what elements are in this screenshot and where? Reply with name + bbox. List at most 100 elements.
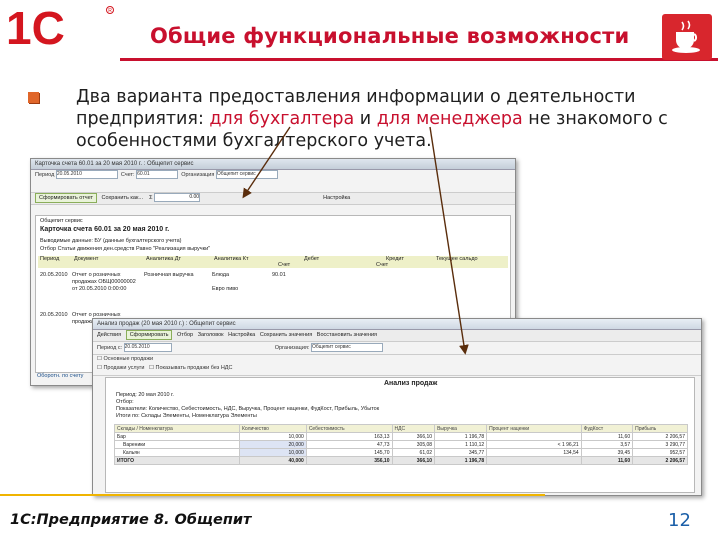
col-qty: Количество [239,424,307,433]
sales-menu-bar: Действия Сформировать Отбор Заголовок На… [93,330,701,342]
page-number: 12 [668,510,691,531]
row-revenue: 345,77 [434,448,488,457]
sales-filter-bar: Период с: 20.05.2010 Организация: Общепи… [93,342,701,355]
row-name: Кальян [114,448,240,457]
subcol-account-1: Счет [278,262,291,268]
sales-report-title: Анализ продаж [384,380,438,387]
organization-label: Организация: [274,345,310,351]
period-from-label: Период с: [97,345,123,351]
account-field[interactable]: 60.01 [136,170,179,180]
col-revenue: Выручка [434,424,488,433]
save-values-button[interactable]: Сохранить значения [260,332,312,338]
sales-report-area: Анализ продаж Период: 20 мая 2010 г. Отб… [105,377,695,493]
manager-highlight: для менеджера [376,109,523,129]
row-name: Бар [114,432,240,441]
row1-dt: Розничная выручка [144,272,194,278]
row-cost: 356,10 [305,456,393,465]
generate-button[interactable]: Сформировать [125,330,173,340]
settings-button[interactable]: Настройка [228,332,255,338]
row-vat: 305,08 [391,440,436,449]
row-qty: 10,000 [239,432,307,441]
report-line-2: Отбор Статьи движения ден.средств Равно … [40,246,211,252]
row-revenue: 1 110,12 [434,440,488,449]
sales-totals-line: Итоги по: Склады Элементы, Номенклатура … [116,413,257,419]
settings-button[interactable]: Настройка [323,195,350,201]
row-qty: 20,000 [239,440,307,449]
sales-filter-line: Отбор: [116,399,134,405]
row1-document: Отчет о розничных продажах ОБЩ00000002 о… [72,272,136,292]
slide-title: Общие функциональные возможности [150,24,630,48]
table-row: Бар 10,000 163,13 366,10 1 196,78 11,60 … [114,432,688,441]
row1-kt: Блюда [212,272,230,278]
row-profit: 3 290,77 [632,440,688,449]
row-qty: 10,000 [239,448,307,457]
row-markup: 134,54 [486,448,582,457]
period-label: Период [35,172,55,178]
period-field[interactable]: 20.05.2010 [55,170,118,180]
row1-debit: 90.01 [272,272,286,278]
row-profit: 952,57 [632,448,688,457]
table-row: Вареники 20,000 47,73 305,08 1 110,12 < … [114,440,688,449]
row-foodcost: 11,60 [580,432,634,441]
organization-field[interactable]: Общепит сервис [310,343,383,353]
bullet-line-2-pre: предприятия: [76,109,210,129]
generate-report-button[interactable]: Сформировать отчет [35,193,98,203]
footer-product-name: 1С:Предприятие 8. Общепит [10,512,252,528]
row-name: Вареники [114,440,240,449]
col-name: Склады / Номенклатура [114,424,240,433]
bullet-marker [28,92,39,103]
actions-menu[interactable]: Действия [97,332,121,338]
col-analytics-dt: Аналитика Дт [146,256,181,262]
col-markup: Процент наценки [486,424,582,433]
filter-button[interactable]: Отбор [177,332,193,338]
col-saldo: Текущее сальдо [436,256,478,262]
col-cost: Себестоимость [305,424,393,433]
col-credit: Кредит [386,256,405,262]
footer-divider [0,494,545,496]
account-label: Счет: [120,172,135,178]
row1-period: 20.05.2010 [40,272,68,278]
row-vat: 61,02 [391,448,436,457]
header-button[interactable]: Заголовок [198,332,224,338]
row-markup: < 1 96,21 [486,440,582,449]
row-vat: 366,10 [391,432,436,441]
row-revenue: 1 196,78 [434,456,488,465]
bullet-line-2-post: не знакомого с [522,109,668,129]
accounting-toolbar: Сформировать отчет Сохранить как... Σ 0.… [31,193,515,205]
sales-indicators-line: Показатели: Количество, Себестоимость, Н… [116,406,380,412]
save-as-button[interactable]: Сохранить как... [102,195,143,201]
sales-analysis-window[interactable]: Анализ продаж (20 мая 2010 г.) : Общепит… [92,318,702,496]
sales-period-line: Период: 20 мая 2010 г. [116,392,174,398]
col-period: Период [40,256,60,262]
period-from-field[interactable]: 20.05.2010 [123,343,172,353]
report-title: Карточка счета 60.01 за 20 мая 2010 г. [40,226,170,233]
row-qty: 40,000 [239,456,307,465]
report-line-1: Выводимые данные: БУ (данные бухгалтерск… [40,238,182,244]
header-divider [120,58,718,61]
report-company: Общепит сервис [40,218,83,224]
bullet-line-3: особенностями бухгалтерского учета. [76,131,432,151]
row-foodcost: 39,45 [580,448,634,457]
col-foodcost: ФудКост [580,424,634,433]
sum-icon: Σ [149,195,153,201]
accountant-highlight: для бухгалтера [209,109,355,129]
sales-table-header: Склады / Номенклатура Количество Себесто… [114,424,688,433]
svg-text:R: R [108,8,112,14]
row-foodcost: 11,60 [580,456,634,465]
sum-field: 0.00 [154,193,201,203]
checkbox-no-vat-label: Показывать продажи без НДС [155,365,233,371]
row-cost: 163,13 [305,432,393,441]
row-markup [486,432,582,441]
row-markup [486,456,582,465]
organization-label: Организация [181,172,215,178]
bullet-line-2-mid: и [354,109,377,129]
checkbox-services-label: Продажи услуги [103,365,145,371]
organization-field[interactable]: Общепит сервис [215,170,278,180]
table-row-total: ИТОГО 40,000 356,10 366,10 1 196,78 11,6… [114,456,688,465]
checkbox-main-sales-label: Основные продажи [103,356,154,362]
sales-table: Склады / Номенклатура Количество Себесто… [114,424,688,465]
accounting-status: Оборотн. по счету [37,373,84,379]
restore-values-button[interactable]: Восстановить значения [317,332,377,338]
row-profit: 2 206,57 [632,456,688,465]
row2-period: 20.05.2010 [40,312,68,318]
